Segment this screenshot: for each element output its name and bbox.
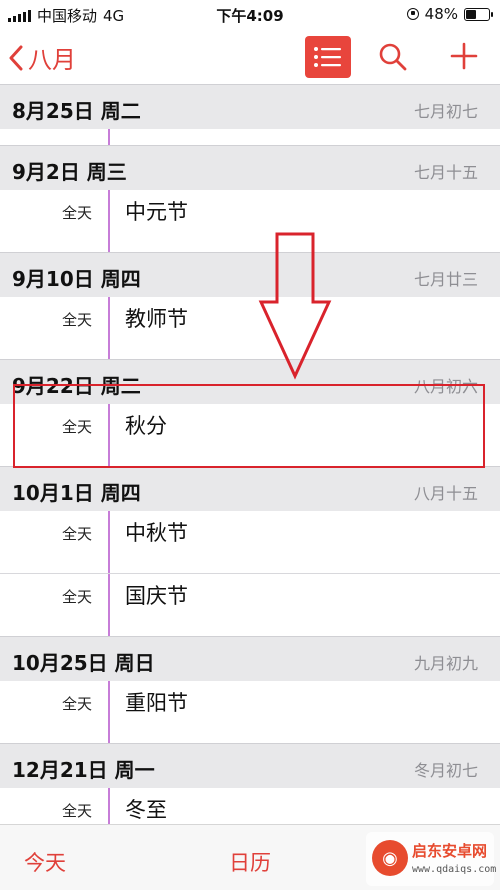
- list-view-button[interactable]: [305, 36, 351, 78]
- event-row[interactable]: 全天 教师节: [0, 297, 500, 359]
- watermark: ◉ 启东安卓网 www.qdaiqs.com: [366, 832, 497, 886]
- lunar-date: 八月十五: [413, 484, 478, 503]
- battery-percent: 48%: [424, 5, 458, 23]
- watermark-title: 启东安卓网: [412, 842, 488, 860]
- nav-bar: 八月: [0, 28, 500, 84]
- lunar-date: 七月十五: [413, 163, 478, 182]
- calendar-color-bar: [108, 190, 110, 252]
- lunar-date: 冬月初七: [413, 761, 478, 780]
- battery-icon: [464, 7, 493, 21]
- event-title: 中秋节: [125, 521, 188, 545]
- lunar-date: 七月初七: [413, 102, 478, 121]
- day-header: 10月1日 周四 八月十五: [0, 466, 500, 511]
- event-row[interactable]: 全天 中元节: [0, 190, 500, 252]
- calendar-color-bar: [108, 788, 110, 824]
- orientation-lock-icon: [406, 8, 419, 20]
- status-right: 48%: [406, 5, 493, 23]
- calendar-color-bar: [108, 574, 110, 636]
- watermark-url: www.qdaiqs.com: [412, 864, 497, 875]
- highlight-box-annotation: [13, 384, 485, 468]
- lunar-date: 七月廿三: [413, 270, 478, 289]
- chevron-left-icon: [9, 45, 23, 70]
- list-icon: [314, 47, 341, 67]
- plus-icon: [450, 42, 478, 70]
- calendar-color-bar: [108, 511, 110, 573]
- day-header: 12月21日 周一 冬月初七: [0, 743, 500, 788]
- event-time: 全天: [62, 525, 93, 543]
- event-time: 全天: [62, 311, 93, 329]
- day-header: 8月25日 周二 七月初七: [0, 84, 500, 129]
- event-row[interactable]: 全天 中秋节: [0, 511, 500, 574]
- search-button[interactable]: [378, 42, 408, 76]
- event-title: 教师节: [125, 307, 188, 331]
- event-row[interactable]: 全天 重阳节: [0, 681, 500, 743]
- event-time: 全天: [62, 695, 93, 713]
- day-empty: [0, 129, 500, 145]
- day-date: 12月21日 周一: [12, 758, 155, 782]
- status-bar: 中国移动 4G 下午4:09 48%: [0, 0, 500, 28]
- lunar-date: 九月初九: [413, 654, 478, 673]
- event-time: 全天: [62, 588, 93, 606]
- calendar-color-bar: [108, 297, 110, 359]
- event-title: 中元节: [125, 200, 188, 224]
- day-date: 9月10日 周四: [12, 267, 141, 291]
- day-date: 8月25日 周二: [12, 99, 141, 123]
- event-title: 国庆节: [125, 584, 188, 608]
- today-tab[interactable]: 今天: [24, 847, 66, 877]
- event-time: 全天: [62, 204, 93, 222]
- event-title: 重阳节: [125, 691, 188, 715]
- event-row[interactable]: 全天 国庆节: [0, 574, 500, 636]
- search-icon: [379, 43, 407, 71]
- watermark-logo-icon: ◉: [372, 840, 408, 876]
- calendar-color-bar: [108, 681, 110, 743]
- day-header: 9月2日 周三 七月十五: [0, 145, 500, 190]
- event-row[interactable]: 全天 冬至: [0, 788, 500, 824]
- calendars-tab[interactable]: 日历: [229, 847, 271, 877]
- back-button[interactable]: 八月: [8, 40, 76, 75]
- day-header: 10月25日 周日 九月初九: [0, 636, 500, 681]
- event-time: 全天: [62, 802, 93, 820]
- day-header: 9月10日 周四 七月廿三: [0, 252, 500, 297]
- day-date: 10月25日 周日: [12, 651, 155, 675]
- down-arrow-annotation: [258, 232, 332, 380]
- add-event-button[interactable]: [450, 42, 478, 74]
- day-date: 10月1日 周四: [12, 481, 141, 505]
- back-label: 八月: [28, 46, 76, 74]
- event-title: 冬至: [125, 798, 167, 822]
- day-date: 9月2日 周三: [12, 160, 127, 184]
